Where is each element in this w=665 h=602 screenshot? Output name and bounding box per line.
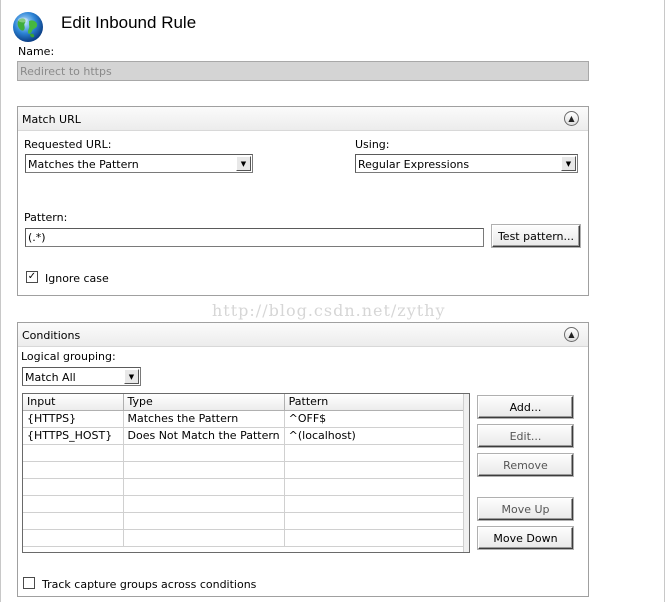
using-label: Using: — [355, 138, 390, 151]
chevron-down-icon[interactable]: ▼ — [236, 156, 251, 171]
match-url-panel: Match URL ▲ Requested URL: Matches the P… — [17, 106, 589, 296]
cell-pattern: ^OFF$ — [284, 410, 465, 428]
conditions-header: Conditions ▲ — [18, 323, 588, 347]
requested-url-value: Matches the Pattern — [28, 158, 139, 171]
column-header-pattern[interactable]: Pattern — [284, 394, 465, 411]
table-row[interactable]: {HTTPS} Matches the Pattern ^OFF$ — [23, 410, 465, 428]
logical-grouping-label: Logical grouping: — [21, 350, 116, 363]
match-url-title: Match URL — [22, 113, 81, 126]
requested-url-dropdown[interactable]: Matches the Pattern ▼ — [25, 154, 253, 173]
pattern-input[interactable]: (.*) — [25, 228, 484, 247]
pattern-value: (.*) — [28, 231, 46, 244]
add-button[interactable]: Add... — [478, 396, 573, 418]
table-row — [23, 478, 465, 496]
page-title: Edit Inbound Rule — [61, 13, 197, 32]
cell-input: {HTTPS} — [23, 410, 124, 428]
test-pattern-button[interactable]: Test pattern... — [492, 225, 580, 247]
table-row — [23, 512, 465, 530]
using-dropdown[interactable]: Regular Expressions ▼ — [355, 154, 578, 173]
cell-pattern: ^(localhost) — [284, 427, 465, 445]
collapse-icon[interactable]: ▲ — [564, 327, 579, 342]
table-row[interactable]: {HTTPS_HOST} Does Not Match the Pattern … — [23, 427, 465, 445]
column-header-input[interactable]: Input — [23, 394, 124, 411]
globe-icon — [12, 11, 44, 43]
conditions-title: Conditions — [22, 329, 81, 342]
move-up-button[interactable]: Move Up — [478, 498, 573, 520]
logical-grouping-dropdown[interactable]: Match All ▼ — [22, 367, 141, 386]
cell-type: Does Not Match the Pattern — [123, 427, 285, 445]
track-capture-label: Track capture groups across conditions — [42, 578, 257, 591]
match-url-header: Match URL ▲ — [18, 107, 588, 131]
conditions-table[interactable]: Input Type Pattern {HTTPS} Matches the P… — [22, 393, 470, 553]
logical-grouping-value: Match All — [25, 371, 76, 384]
ignore-case-checkbox[interactable]: ✓ — [26, 271, 38, 283]
name-input[interactable]: Redirect to https — [17, 61, 589, 81]
table-row — [23, 444, 465, 462]
chevron-down-icon[interactable]: ▼ — [561, 156, 576, 171]
cell-input: {HTTPS_HOST} — [23, 427, 124, 445]
table-row — [23, 461, 465, 479]
cell-type: Matches the Pattern — [123, 410, 285, 428]
table-row — [23, 529, 465, 547]
conditions-panel: Conditions ▲ Logical grouping: Match All… — [17, 322, 589, 597]
column-header-type[interactable]: Type — [123, 394, 285, 411]
name-label: Name: — [18, 45, 55, 58]
using-value: Regular Expressions — [358, 158, 470, 171]
edit-button[interactable]: Edit... — [478, 425, 573, 447]
track-capture-checkbox[interactable] — [23, 577, 35, 589]
table-scrollbar[interactable] — [463, 394, 469, 552]
table-header-row: Input Type Pattern — [23, 394, 465, 411]
requested-url-label: Requested URL: — [24, 138, 112, 151]
collapse-icon[interactable]: ▲ — [564, 111, 579, 126]
pattern-label: Pattern: — [24, 211, 68, 224]
table-row — [23, 495, 465, 513]
remove-button[interactable]: Remove — [478, 454, 573, 476]
chevron-down-icon[interactable]: ▼ — [124, 369, 139, 384]
watermark: http://blog.csdn.net/zythy — [212, 301, 446, 320]
ignore-case-label: Ignore case — [45, 272, 109, 285]
move-down-button[interactable]: Move Down — [478, 527, 573, 549]
